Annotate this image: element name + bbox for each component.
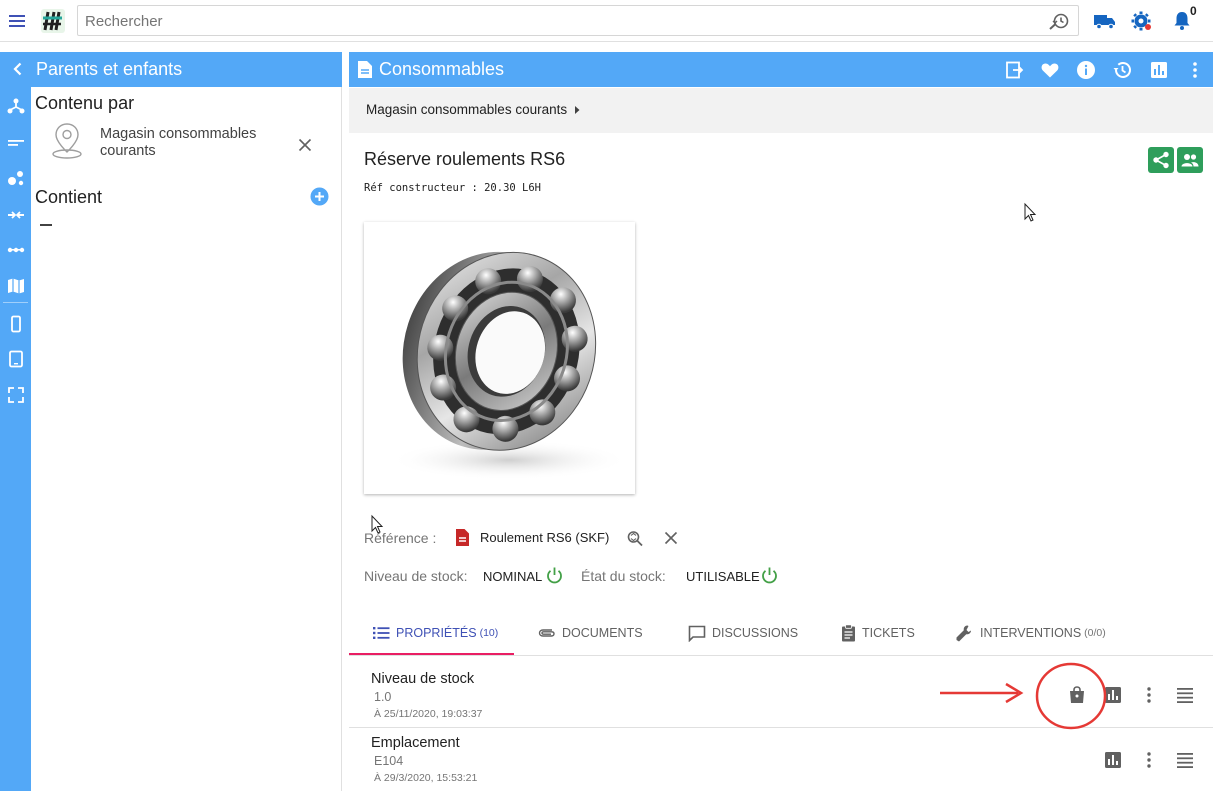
more-vert-icon[interactable] (1139, 750, 1159, 770)
bar-chart-icon[interactable] (1149, 60, 1169, 80)
menu-icon[interactable] (6, 10, 28, 32)
history-icon[interactable] (1112, 60, 1132, 80)
shopping-bag-icon[interactable] (1067, 685, 1087, 705)
hierarchy-icon[interactable] (7, 97, 25, 115)
molecule-icon[interactable] (7, 169, 25, 187)
property-name: Niveau de stock (371, 671, 475, 687)
chat-icon (688, 625, 706, 642)
list-icon (373, 627, 390, 639)
tab-label: PROPRIÉTÉS (396, 626, 477, 640)
merge-arrows-icon[interactable] (7, 205, 25, 223)
property-row[interactable]: Emplacement E104 À 29/3/2020, 15:53:21 (349, 729, 1213, 793)
clipboard-icon (842, 624, 855, 642)
nav-rail (0, 52, 31, 791)
tab-label: INTERVENTIONS (980, 626, 1082, 640)
tab-count: (0/0) (1084, 627, 1106, 639)
property-date: À 29/3/2020, 15:53:21 (374, 772, 478, 784)
users-button[interactable] (1177, 147, 1203, 173)
product-photo[interactable] (364, 222, 635, 494)
search-input[interactable] (85, 10, 1025, 32)
property-value: 1.0 (374, 690, 392, 704)
consumables-header: Consommables (349, 52, 1213, 87)
active-tab-indicator (349, 653, 514, 655)
power-status-icon (545, 566, 564, 585)
property-name: Emplacement (371, 735, 460, 751)
lines-icon[interactable] (7, 133, 25, 151)
parents-children-panel: Parents et enfants Contenu par Magasin c… (0, 52, 342, 791)
history-search-icon[interactable] (1048, 11, 1070, 31)
ball-bearing-image (364, 222, 635, 494)
tab-properties[interactable]: PROPRIÉTÉS (10) (373, 610, 498, 656)
chevron-left-icon[interactable] (9, 60, 27, 78)
app-logo[interactable] (40, 8, 66, 34)
notification-count: 0 (1190, 4, 1197, 18)
consumables-title: Consommables (379, 59, 505, 79)
settings-gear-icon[interactable] (1130, 10, 1154, 32)
tab-label: DISCUSSIONS (712, 626, 799, 640)
reference-link[interactable]: Roulement RS6 (SKF) (480, 530, 609, 545)
stock-level-value: NOMINAL (483, 569, 543, 584)
tab-label: DOCUMENTS (562, 626, 643, 640)
power-status-icon (760, 566, 779, 585)
property-row[interactable]: Niveau de stock 1.0 À 25/11/2020, 19:03:… (349, 656, 1213, 728)
more-vert-icon[interactable] (1185, 60, 1205, 80)
close-icon[interactable] (296, 136, 314, 154)
heart-icon[interactable] (1040, 60, 1060, 80)
more-vert-icon[interactable] (1139, 685, 1159, 705)
stock-state-label: État du stock: (581, 568, 666, 584)
location-pin-icon (49, 122, 85, 160)
tab-tickets[interactable]: TICKETS (841, 610, 915, 656)
paperclip-icon (538, 629, 555, 637)
property-date: À 25/11/2020, 19:03:37 (374, 708, 483, 720)
fullscreen-icon[interactable] (7, 386, 25, 404)
contained-by-heading: Contenu par (35, 93, 135, 113)
stock-level-label: Niveau de stock: (364, 568, 468, 584)
share-icon (1153, 151, 1169, 169)
empty-contains-indicator (40, 224, 52, 226)
item-title: Réserve roulements RS6 (364, 149, 566, 169)
manufacturer-reference: Réf constructeur : 20.30 L6H (364, 182, 542, 194)
consumables-panel: Consommables Magasin consommables couran… (349, 52, 1213, 791)
tablet-icon[interactable] (7, 350, 25, 368)
add-circle-icon[interactable] (310, 187, 329, 206)
tab-documents[interactable]: DOCUMENTS (538, 610, 643, 656)
stock-state-value: UTILISABLE (686, 569, 760, 584)
tab-bar: PROPRIÉTÉS (10) DOCUMENTS DISCUSSIONS TIC… (349, 610, 1213, 656)
tab-count: (10) (479, 627, 499, 639)
parents-children-title: Parents et enfants (36, 59, 183, 79)
wrench-icon (956, 625, 971, 641)
info-icon[interactable] (1076, 60, 1096, 80)
phone-icon[interactable] (7, 315, 25, 333)
bar-chart-icon[interactable] (1103, 750, 1123, 770)
close-icon[interactable] (662, 529, 680, 547)
group-icon (1181, 154, 1199, 167)
contains-heading: Contient (35, 187, 103, 207)
menu-lines-icon[interactable] (1175, 685, 1195, 705)
top-bar: 0 (0, 0, 1213, 42)
tab-label: TICKETS (862, 626, 915, 640)
dots-line-icon[interactable] (7, 241, 25, 259)
share-button[interactable] (1148, 147, 1174, 173)
breadcrumb: Magasin consommables courants (349, 88, 1213, 133)
search-replace-icon[interactable] (626, 529, 644, 547)
pdf-document-icon (455, 528, 470, 547)
parents-children-header: Parents et enfants (0, 52, 342, 87)
truck-icon[interactable] (1093, 10, 1117, 32)
search-box (77, 5, 1079, 36)
rail-divider (3, 302, 28, 303)
breadcrumb-item[interactable]: Magasin consommables courants (366, 102, 567, 117)
parent-location-name[interactable]: Magasin consommables courants (100, 126, 280, 160)
reference-label: Référence : (364, 530, 437, 546)
menu-lines-icon[interactable] (1175, 750, 1195, 770)
tab-discussions[interactable]: DISCUSSIONS (688, 610, 798, 656)
tab-interventions[interactable]: INTERVENTIONS (0/0) (955, 610, 1106, 656)
document-icon (357, 60, 373, 79)
exit-icon[interactable] (1004, 60, 1024, 80)
bar-chart-icon[interactable] (1103, 685, 1123, 705)
map-icon[interactable] (7, 277, 25, 295)
caret-right-icon[interactable] (573, 105, 581, 115)
property-value: E104 (374, 754, 404, 768)
